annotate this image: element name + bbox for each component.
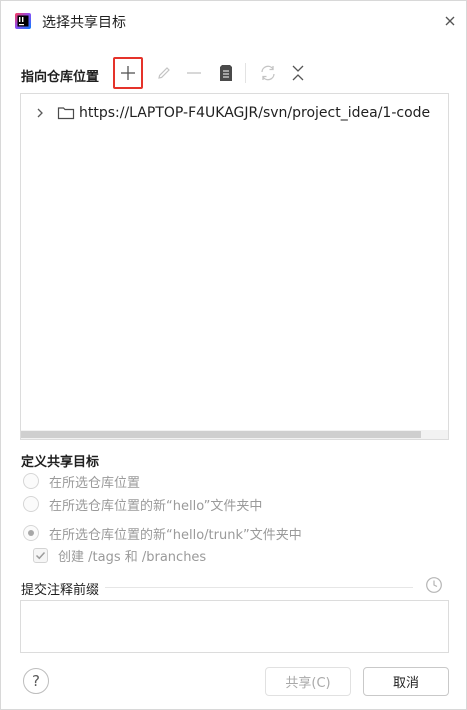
create-tags-branches-checkbox[interactable] xyxy=(33,547,48,563)
tree-item[interactable]: https://LAPTOP-F4UKAGJR/svn/project_idea… xyxy=(33,102,430,124)
clock-icon[interactable] xyxy=(425,576,443,594)
share-target-dialog: 选择共享目标 指向仓库位置 https://LAPTOP-F4UKAGJR/sv… xyxy=(0,0,467,710)
minus-icon xyxy=(187,72,201,74)
refresh-icon xyxy=(261,65,275,81)
collapse-all-button[interactable] xyxy=(283,57,313,89)
repository-location-label: 指向仓库位置 xyxy=(21,70,100,85)
add-location-button[interactable] xyxy=(113,57,143,89)
scrollbar-thumb[interactable] xyxy=(21,431,421,438)
collapse-all-icon xyxy=(292,65,304,81)
radio-button[interactable] xyxy=(23,525,39,541)
create-tags-branches-label: 创建 /tags 和 /branches xyxy=(58,549,207,565)
radio-button[interactable] xyxy=(23,473,39,489)
pencil-icon xyxy=(158,67,170,79)
define-share-target-label: 定义共享目标 xyxy=(21,455,100,470)
close-icon[interactable] xyxy=(442,13,458,29)
toolbar-separator xyxy=(245,63,246,83)
share-button[interactable]: 共享(C) xyxy=(265,667,351,696)
checkmark-icon xyxy=(35,551,46,559)
title-bar: 选择共享目标 xyxy=(1,1,466,41)
radio-label: 在所选仓库位置的新“hello/trunk”文件夹中 xyxy=(49,527,302,543)
radio-option-selected-location[interactable]: 在所选仓库位置 xyxy=(23,471,140,491)
remove-location-button[interactable] xyxy=(179,57,209,89)
help-button[interactable]: ? xyxy=(23,668,49,694)
edit-location-button[interactable] xyxy=(149,57,179,89)
radio-label: 在所选仓库位置 xyxy=(49,475,141,491)
dialog-title: 选择共享目标 xyxy=(42,15,126,31)
repository-tree[interactable]: https://LAPTOP-F4UKAGJR/svn/project_idea… xyxy=(20,93,449,440)
chevron-right-icon[interactable] xyxy=(33,106,47,120)
folder-icon xyxy=(57,107,75,120)
intellij-idea-logo xyxy=(15,13,31,29)
divider xyxy=(105,587,413,588)
document-icon xyxy=(220,65,232,81)
browse-location-button[interactable] xyxy=(211,57,241,89)
radio-option-hello-folder[interactable]: 在所选仓库位置的新“hello”文件夹中 xyxy=(23,494,262,514)
commit-comment-input[interactable] xyxy=(20,600,449,653)
commit-comment-label: 提交注释前缀 xyxy=(21,583,100,598)
refresh-button[interactable] xyxy=(253,57,283,89)
radio-option-hello-trunk-folder[interactable]: 在所选仓库位置的新“hello/trunk”文件夹中 xyxy=(23,523,302,543)
tree-item-label: https://LAPTOP-F4UKAGJR/svn/project_idea… xyxy=(79,105,431,121)
radio-label: 在所选仓库位置的新“hello”文件夹中 xyxy=(49,498,263,514)
cancel-button[interactable]: 取消 xyxy=(363,667,449,696)
plus-icon xyxy=(121,66,135,80)
radio-button[interactable] xyxy=(23,496,39,512)
horizontal-scrollbar[interactable] xyxy=(21,430,448,439)
create-tags-branches-option[interactable]: 创建 /tags 和 /branches xyxy=(33,545,206,565)
